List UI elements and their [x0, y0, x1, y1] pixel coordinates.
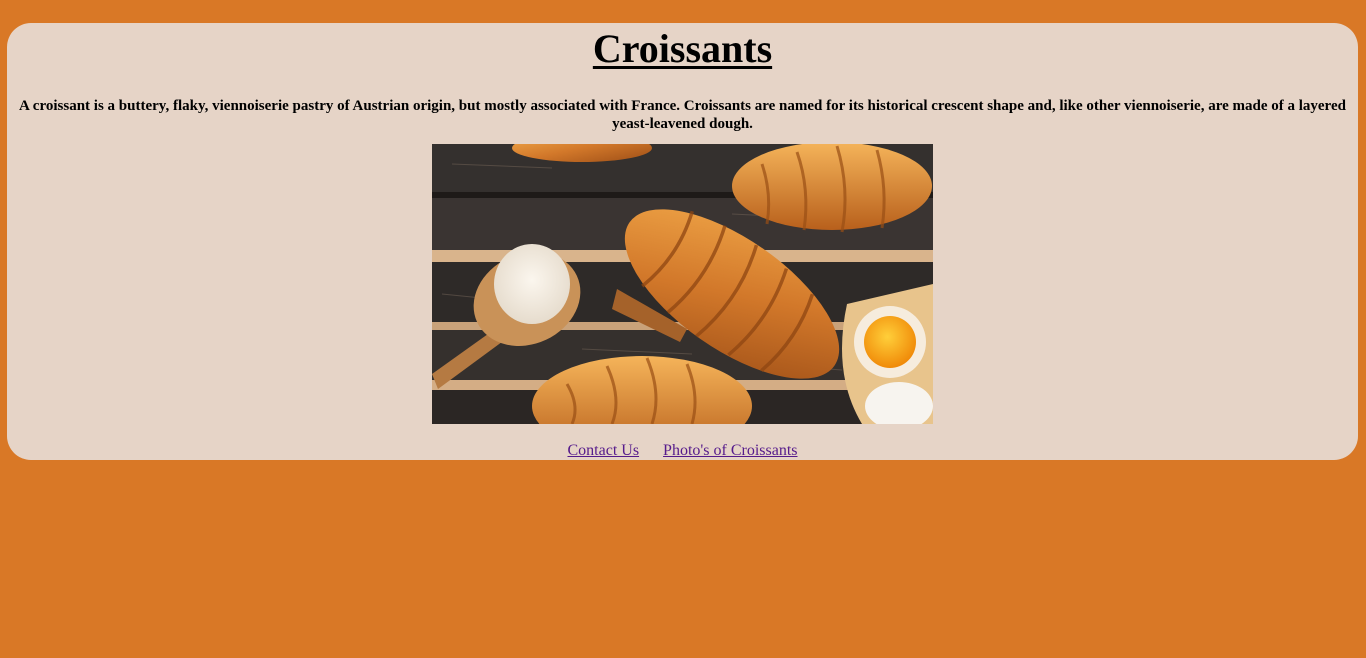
page-title: Croissants — [592, 26, 773, 71]
page-description: A croissant is a buttery, flaky, viennoi… — [19, 98, 1346, 132]
content-card: Croissants A croissant is a buttery, fla… — [7, 23, 1358, 460]
contact-us-link[interactable]: Contact Us — [568, 442, 640, 459]
footer-links: Contact Us Photo's of Croissants — [7, 441, 1358, 461]
croissants-photo — [432, 144, 933, 424]
croissant-photos-link[interactable]: Photo's of Croissants — [663, 442, 797, 459]
